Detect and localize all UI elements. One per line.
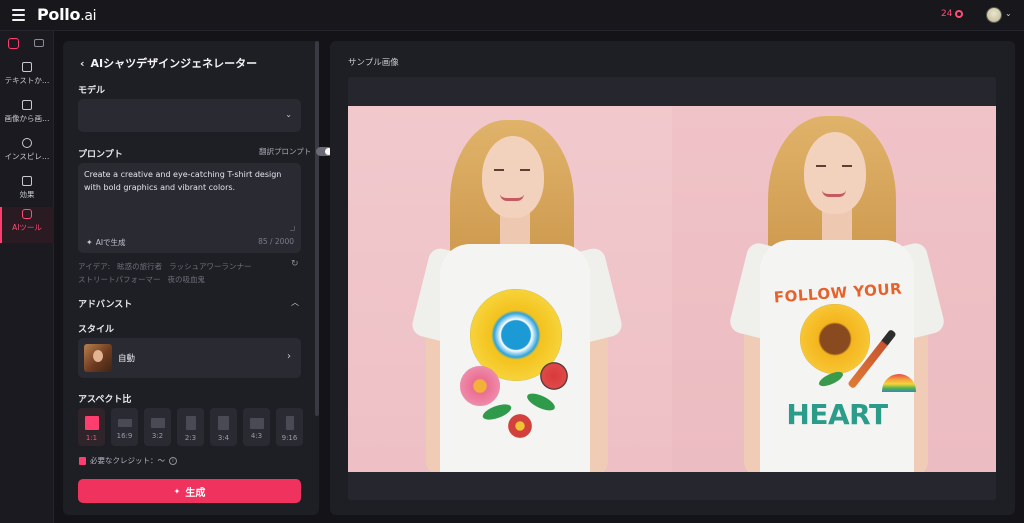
menu-icon[interactable] <box>12 9 25 21</box>
aspect-option-1-1[interactable]: 1:1 <box>78 408 105 446</box>
small-flower-graphic <box>508 414 532 438</box>
credits-indicator[interactable]: 24 <box>941 9 964 19</box>
rail-item-text-to-image[interactable]: テキストか… <box>0 60 54 96</box>
translate-prompt-toggle-row: 翻訳プロンプト <box>259 146 334 157</box>
prompt-ideas: アイデア: 眩惑の旅行者 ラッシュアワーランナー ストリートパフォーマー 夜の吸血鬼 <box>78 260 278 286</box>
idea-chip[interactable]: ラッシュアワーランナー <box>169 262 251 271</box>
sample-before <box>348 106 672 472</box>
style-selector[interactable]: 自動 › <box>78 338 301 378</box>
generate-button[interactable]: ✦ 生成 <box>78 479 301 503</box>
resize-handle[interactable] <box>290 226 295 231</box>
prompt-textarea[interactable]: Create a creative and eye-catching T-shi… <box>78 163 301 253</box>
sparkle-icon: ✦ <box>173 486 181 496</box>
sunflower-graphic <box>800 304 870 374</box>
effects-icon <box>22 176 32 186</box>
text-image-icon <box>22 62 32 72</box>
landscape-ratio-icon <box>249 418 264 429</box>
coin-icon <box>955 10 964 18</box>
aspect-ratio-label: アスペクト比 <box>78 395 132 405</box>
aspect-option-2-3[interactable]: 2:3 <box>177 408 204 446</box>
panel-scrollbar[interactable] <box>315 41 319 416</box>
credit-icon <box>79 456 86 465</box>
model-label: モデル <box>78 86 106 96</box>
char-count: 85 / 2000 <box>258 237 294 246</box>
wide-ratio-icon <box>117 419 132 427</box>
aspect-option-9-16[interactable]: 9:16 <box>276 408 303 446</box>
sparkle-icon: ✦ <box>86 238 93 247</box>
chevron-down-icon: ⌄ <box>285 110 292 119</box>
shirt-text-bottom: HEART <box>786 398 888 431</box>
credits-count: 24 <box>941 9 953 19</box>
tall-ratio-icon <box>285 416 294 430</box>
pink-flower-graphic <box>460 366 500 406</box>
style-label: スタイル <box>78 325 115 335</box>
chevron-up-icon[interactable]: ︿ <box>291 297 299 308</box>
rose-graphic <box>540 362 568 390</box>
idea-chip[interactable]: 眩惑の旅行者 <box>117 262 162 271</box>
image-to-image-icon <box>22 100 32 110</box>
rail-item-inspiration[interactable]: インスピレ… <box>0 136 54 172</box>
portrait-ratio-icon <box>218 416 229 430</box>
ai-tools-icon <box>22 209 32 219</box>
rail-item-effects[interactable]: 効果 <box>0 174 54 210</box>
prompt-label: プロンプト <box>78 150 123 160</box>
model-select[interactable]: ⌄ <box>78 99 301 132</box>
refresh-icon[interactable]: ↻ <box>291 259 299 269</box>
top-bar: Pollo.ai 24 ⌄ <box>0 0 1024 31</box>
rail-item-ai-tools[interactable]: AIツール <box>0 207 54 243</box>
idea-chip[interactable]: 夜の吸血鬼 <box>168 275 206 284</box>
compass-icon <box>22 138 32 148</box>
sample-after: FOLLOW YOUR HEART <box>672 106 996 472</box>
sample-image: FOLLOW YOUR HEART <box>348 106 996 472</box>
portrait-ratio-icon <box>185 416 196 430</box>
required-credits: 必要なクレジット：～ i <box>79 455 177 466</box>
image-mode-icon[interactable] <box>8 38 19 49</box>
aspect-option-4-3[interactable]: 4:3 <box>243 408 270 446</box>
aspect-option-3-4[interactable]: 3:4 <box>210 408 237 446</box>
back-arrow-icon[interactable]: ‹ <box>80 57 85 70</box>
style-value: 自動 <box>118 354 136 364</box>
logo[interactable]: Pollo.ai <box>37 5 97 24</box>
aspect-ratio-options: 1:1 16:9 3:2 2:3 3:4 4:3 9:16 <box>78 408 303 446</box>
translate-prompt-label: 翻訳プロンプト <box>259 147 312 156</box>
page-title: ‹ AIシャツデザインジェネレーター <box>80 56 258 71</box>
chevron-down-icon[interactable]: ⌄ <box>1005 9 1012 18</box>
idea-chip[interactable]: ストリートパフォーマー <box>78 275 161 284</box>
advanced-label[interactable]: アドバンスト <box>78 297 132 310</box>
video-mode-icon[interactable] <box>34 39 44 47</box>
left-rail: テキストか… 画像から画… インスピレ… 効果 AIツール <box>0 31 54 523</box>
prompt-text[interactable]: Create a creative and eye-catching T-shi… <box>84 168 294 194</box>
ideas-label: アイデア: <box>78 262 111 271</box>
chevron-right-icon: › <box>287 351 291 362</box>
style-thumbnail <box>84 344 112 372</box>
aspect-option-16-9[interactable]: 16:9 <box>111 408 138 446</box>
square-ratio-icon <box>84 416 99 430</box>
rail-item-image-to-image[interactable]: 画像から画… <box>0 98 54 134</box>
info-icon[interactable]: i <box>169 456 177 465</box>
ai-generate-button[interactable]: ✦ AIで生成 <box>86 237 126 248</box>
landscape-ratio-icon <box>150 418 165 428</box>
aspect-option-3-2[interactable]: 3:2 <box>144 408 171 446</box>
sample-title: サンプル画像 <box>348 58 399 68</box>
rail-mode-switch <box>0 37 54 53</box>
user-avatar[interactable] <box>986 7 1002 23</box>
